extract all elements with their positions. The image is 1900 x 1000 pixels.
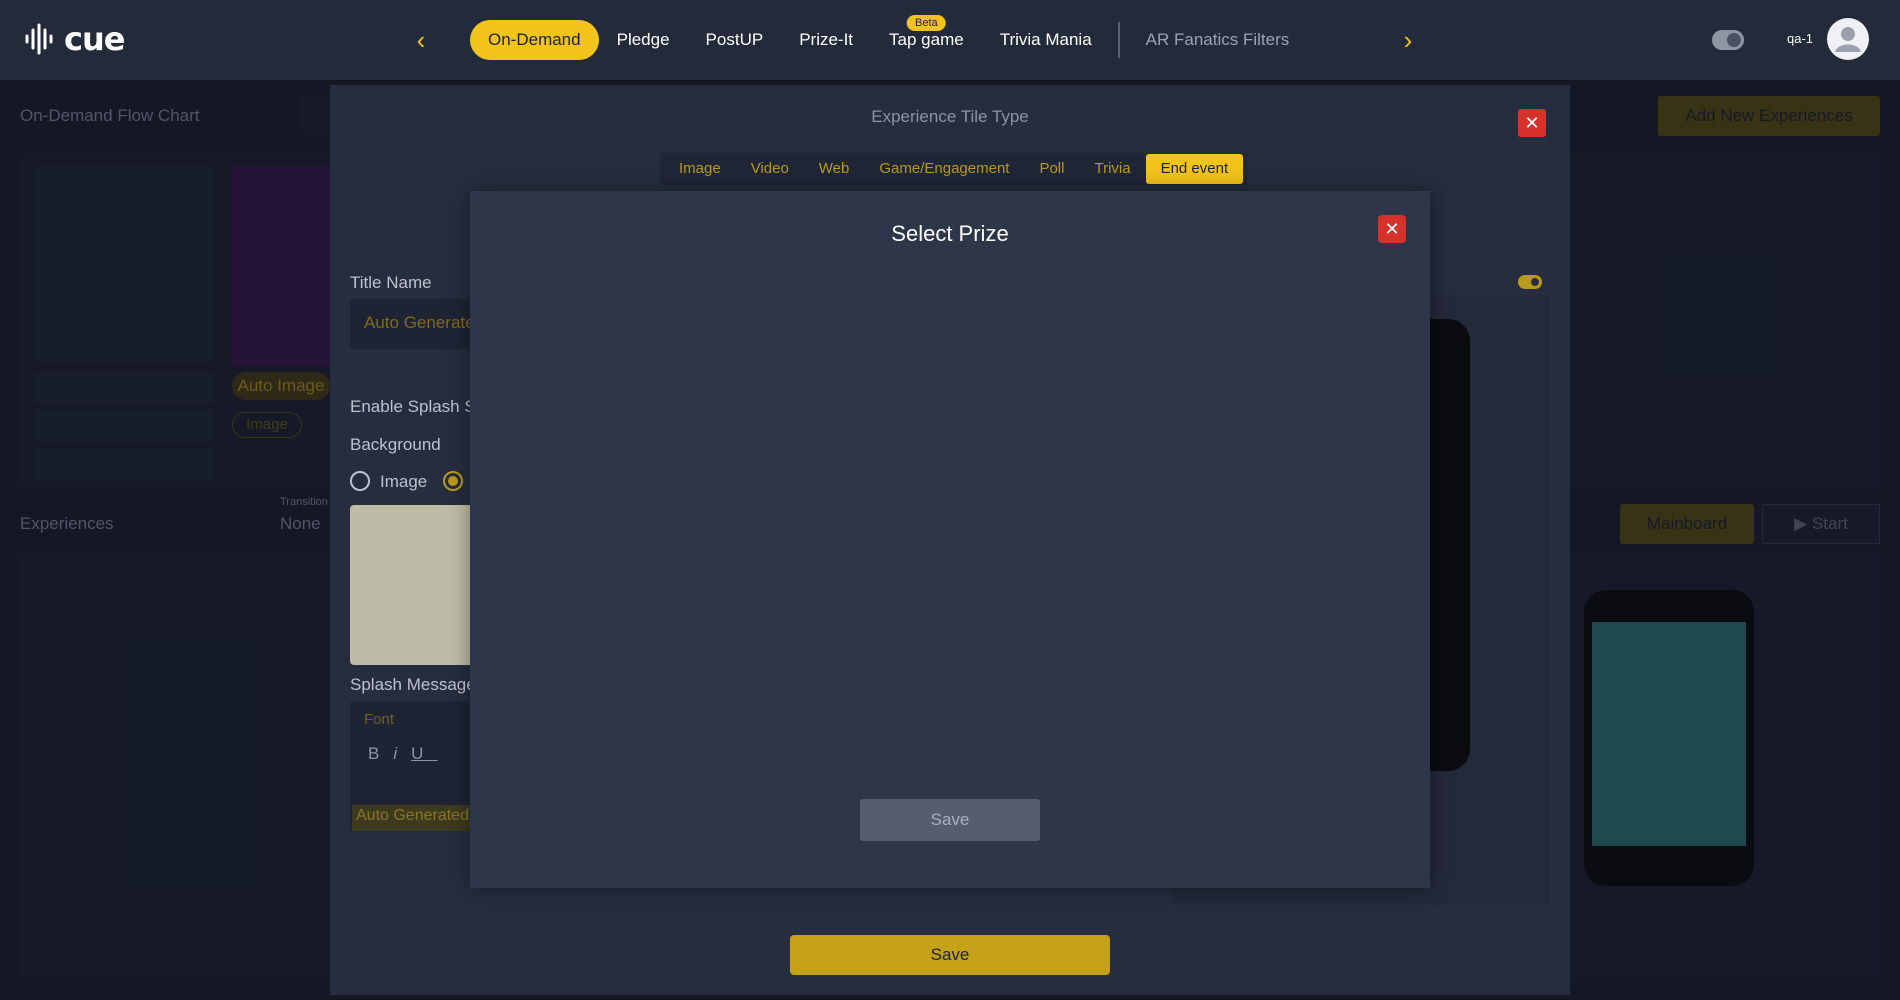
user-icon bbox=[1835, 27, 1861, 52]
nav-prev-arrow-icon[interactable]: ‹ bbox=[409, 26, 433, 54]
type-tab-game-engagement[interactable]: Game/Engagement bbox=[864, 154, 1024, 184]
type-tab-image[interactable]: Image bbox=[664, 154, 736, 184]
format-toolbar: BiU bbox=[368, 744, 437, 764]
background-color-radio[interactable] bbox=[443, 471, 463, 491]
tab-label: PostUP bbox=[705, 30, 764, 49]
splash-message-text[interactable]: Auto Generated bbox=[352, 805, 480, 831]
avatar[interactable] bbox=[1827, 18, 1869, 60]
select-prize-save-button[interactable]: Save bbox=[860, 799, 1040, 841]
type-tab-poll[interactable]: Poll bbox=[1024, 154, 1079, 184]
tab-prize-it[interactable]: Prize-It bbox=[781, 20, 871, 60]
enable-splash-label: Enable Splash S bbox=[350, 397, 476, 416]
tab-on-demand[interactable]: On-Demand bbox=[470, 20, 599, 60]
top-nav-bar: cue ‹ On-Demand Pledge PostUP Prize-It B… bbox=[0, 0, 1900, 80]
select-prize-title: Select Prize bbox=[891, 221, 1009, 246]
tab-tap-game[interactable]: Beta Tap game bbox=[871, 15, 982, 60]
experience-modal-close-button[interactable]: ✕ bbox=[1518, 109, 1546, 137]
enable-toggle[interactable] bbox=[1518, 275, 1542, 289]
experience-modal-title: Experience Tile Type bbox=[871, 107, 1029, 126]
type-tab-end-event[interactable]: End event bbox=[1145, 154, 1244, 184]
select-prize-modal: Select Prize ✕ Save bbox=[470, 191, 1430, 888]
tile-type-tabs: Image Video Web Game/Engagement Poll Tri… bbox=[660, 153, 1248, 185]
bold-icon[interactable]: B bbox=[368, 744, 393, 763]
nav-next-arrow-icon[interactable]: › bbox=[1396, 26, 1420, 54]
select-prize-close-button[interactable]: ✕ bbox=[1378, 215, 1406, 243]
type-tab-web[interactable]: Web bbox=[804, 154, 865, 184]
tab-label: On-Demand bbox=[488, 30, 581, 49]
background-color-swatch[interactable] bbox=[350, 505, 480, 665]
type-tab-trivia[interactable]: Trivia bbox=[1079, 154, 1145, 184]
tab-label: Trivia Mania bbox=[999, 30, 1092, 49]
background-image-radio-label: Image bbox=[380, 472, 428, 491]
user-name: qa-1 bbox=[1787, 31, 1814, 46]
font-select[interactable]: Font bbox=[364, 711, 394, 728]
background-label: Background bbox=[350, 435, 441, 454]
tab-pledge[interactable]: Pledge bbox=[599, 20, 688, 60]
tab-trivia-mania[interactable]: Trivia Mania bbox=[982, 20, 1110, 60]
type-tab-video[interactable]: Video bbox=[736, 154, 804, 184]
underline-icon[interactable]: U bbox=[411, 744, 437, 763]
background-image-radio[interactable] bbox=[350, 471, 370, 491]
splash-message-label: Splash Message bbox=[350, 675, 476, 694]
experience-nav-tabs: On-Demand Pledge PostUP Prize-It Beta Ta… bbox=[470, 15, 1308, 60]
italic-icon[interactable]: i bbox=[393, 744, 411, 763]
phone-preview-large bbox=[1430, 319, 1470, 771]
tab-label: Pledge bbox=[616, 30, 670, 49]
nav-divider bbox=[1117, 22, 1120, 58]
cue-logo[interactable]: cue bbox=[24, 20, 125, 58]
experience-save-button[interactable]: Save bbox=[790, 935, 1110, 975]
tab-label: AR Fanatics Filters bbox=[1145, 30, 1290, 49]
tab-label: Tap game bbox=[889, 30, 964, 49]
title-name-label: Title Name bbox=[350, 273, 432, 292]
logo-text: cue bbox=[64, 20, 125, 58]
tab-label: Prize-It bbox=[799, 30, 854, 49]
beta-badge: Beta bbox=[907, 15, 946, 31]
tab-postup[interactable]: PostUP bbox=[688, 20, 782, 60]
tab-ar-fanatics-filters[interactable]: AR Fanatics Filters bbox=[1128, 20, 1308, 60]
theme-toggle[interactable] bbox=[1712, 30, 1744, 50]
waveform-icon bbox=[25, 23, 53, 55]
